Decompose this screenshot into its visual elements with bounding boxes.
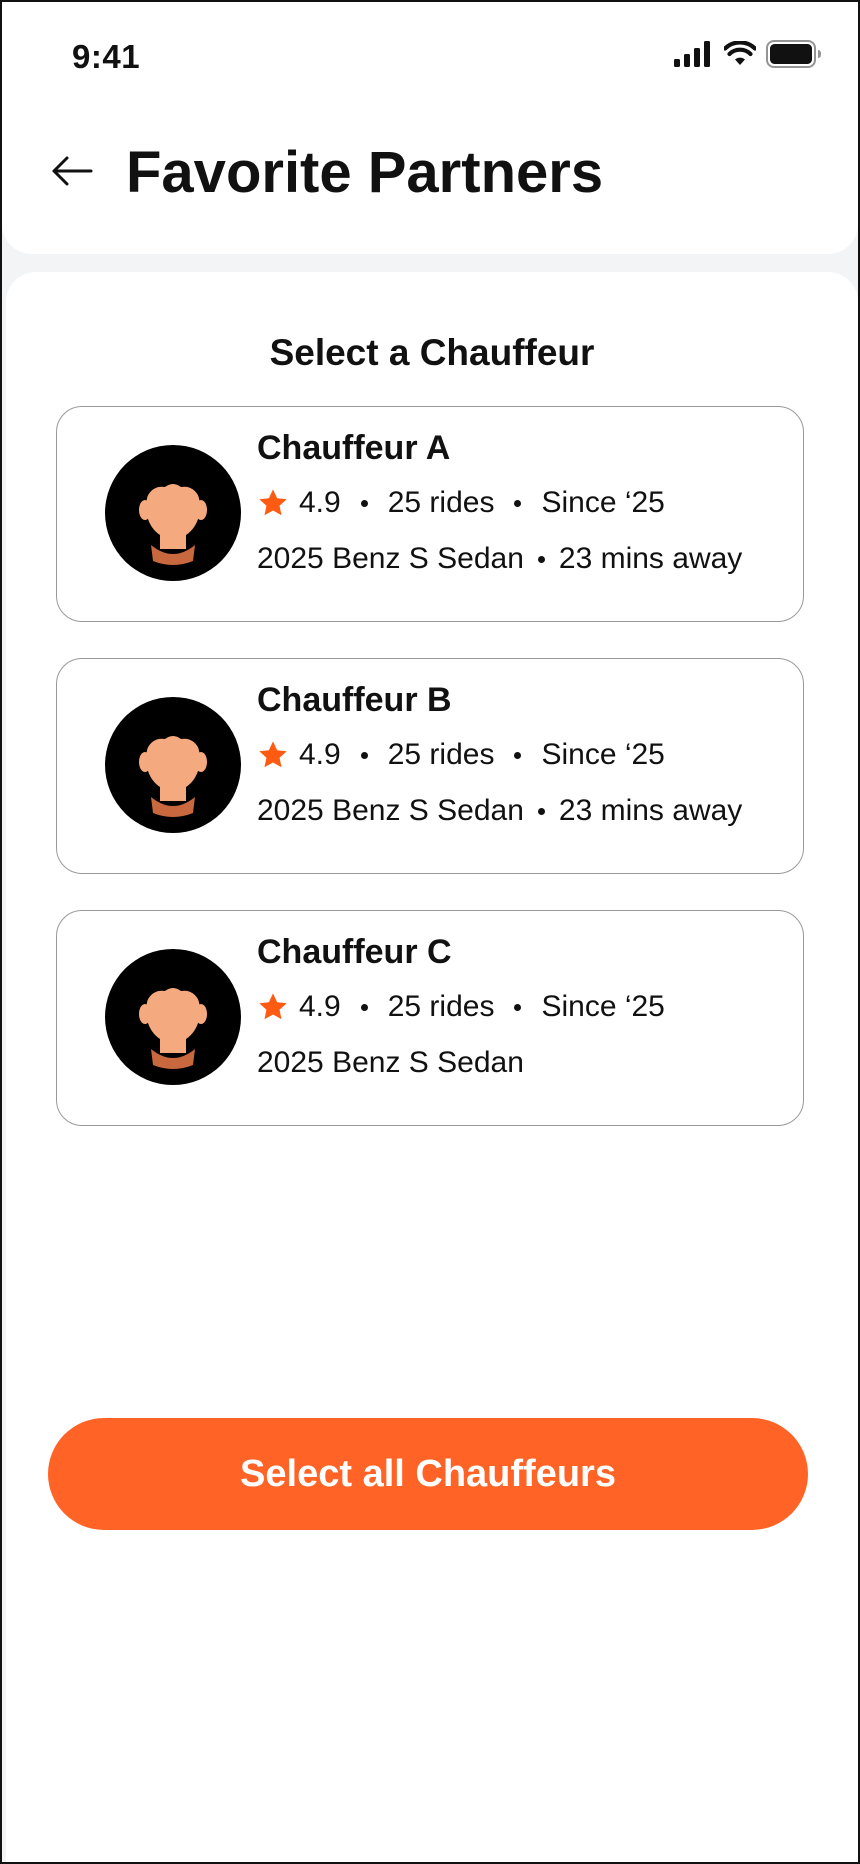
star-icon [257,487,289,519]
status-icons [674,40,822,73]
chauffeur-list: Chauffeur A 4.9 25 rides Since ‘25 2025 … [56,406,804,1162]
separator-dot [514,751,522,759]
chauffeur-card[interactable]: Chauffeur C 4.9 25 rides Since ‘25 2025 … [56,910,804,1126]
separator-dot [360,499,368,507]
rides-count: 25 rides [387,486,495,519]
chauffeur-stats: 4.9 25 rides Since ‘25 [257,735,793,775]
vehicle-row: 2025 Benz S Sedan 23 mins away [257,539,793,579]
wifi-icon [722,40,758,72]
rides-count: 25 rides [387,990,495,1023]
page-title: Favorite Partners [126,140,604,205]
since-year: Since ‘25 [541,738,665,771]
separator-dot [514,499,522,507]
vehicle-row: 2025 Benz S Sedan [257,1043,793,1083]
arrow-left-icon [51,155,93,192]
eta-text: 23 mins away [558,794,743,827]
chauffeur-stats: 4.9 25 rides Since ‘25 [257,483,793,523]
star-icon [257,739,289,771]
chauffeur-card[interactable]: Chauffeur A 4.9 25 rides Since ‘25 2025 … [56,406,804,622]
header-row: Favorite Partners [2,134,858,214]
since-year: Since ‘25 [541,990,665,1023]
separator-dot [360,1003,368,1011]
chauffeur-info: Chauffeur A 4.9 25 rides Since ‘25 2025 … [257,427,793,579]
eta-text: 23 mins away [558,542,743,575]
star-icon [257,991,289,1023]
chauffeur-name: Chauffeur A [257,429,451,467]
vehicle-model: 2025 Benz S Sedan [257,794,524,827]
chauffeur-stats: 4.9 25 rides Since ‘25 [257,987,793,1027]
status-time: 9:41 [72,38,141,75]
chauffeur-info: Chauffeur C 4.9 25 rides Since ‘25 2025 … [257,931,793,1083]
rides-count: 25 rides [387,738,495,771]
avatar [105,949,241,1085]
content-panel: Select a Chauffeur Chauffeur A 4.9 25 ri… [6,272,858,1862]
chauffeur-info: Chauffeur B 4.9 25 rides Since ‘25 2025 … [257,679,793,831]
chauffeur-name: Chauffeur C [257,933,452,971]
section-title: Select a Chauffeur [269,332,595,373]
since-year: Since ‘25 [541,486,665,519]
vehicle-model: 2025 Benz S Sedan [257,1046,524,1079]
rating-value: 4.9 [299,990,341,1023]
battery-icon [766,40,822,73]
rating-value: 4.9 [299,738,341,771]
avatar [105,445,241,581]
vehicle-row: 2025 Benz S Sedan 23 mins away [257,791,793,831]
back-button[interactable] [46,150,98,196]
separator-dot [537,807,545,815]
select-all-chauffeurs-button[interactable]: Select all Chauffeurs [48,1418,808,1530]
rating-value: 4.9 [299,486,341,519]
chauffeur-name: Chauffeur B [257,681,452,719]
separator-dot [537,555,545,563]
status-bar: 9:41 [2,2,858,112]
vehicle-model: 2025 Benz S Sedan [257,542,524,575]
chauffeur-card[interactable]: Chauffeur B 4.9 25 rides Since ‘25 2025 … [56,658,804,874]
separator-dot [360,751,368,759]
header-panel: 9:41 Favorite Partners [2,2,858,254]
app-screen: 9:41 Favorite Partners Select a Chauffeu… [0,0,860,1864]
avatar [105,697,241,833]
cellular-signal-icon [674,41,714,72]
separator-dot [514,1003,522,1011]
